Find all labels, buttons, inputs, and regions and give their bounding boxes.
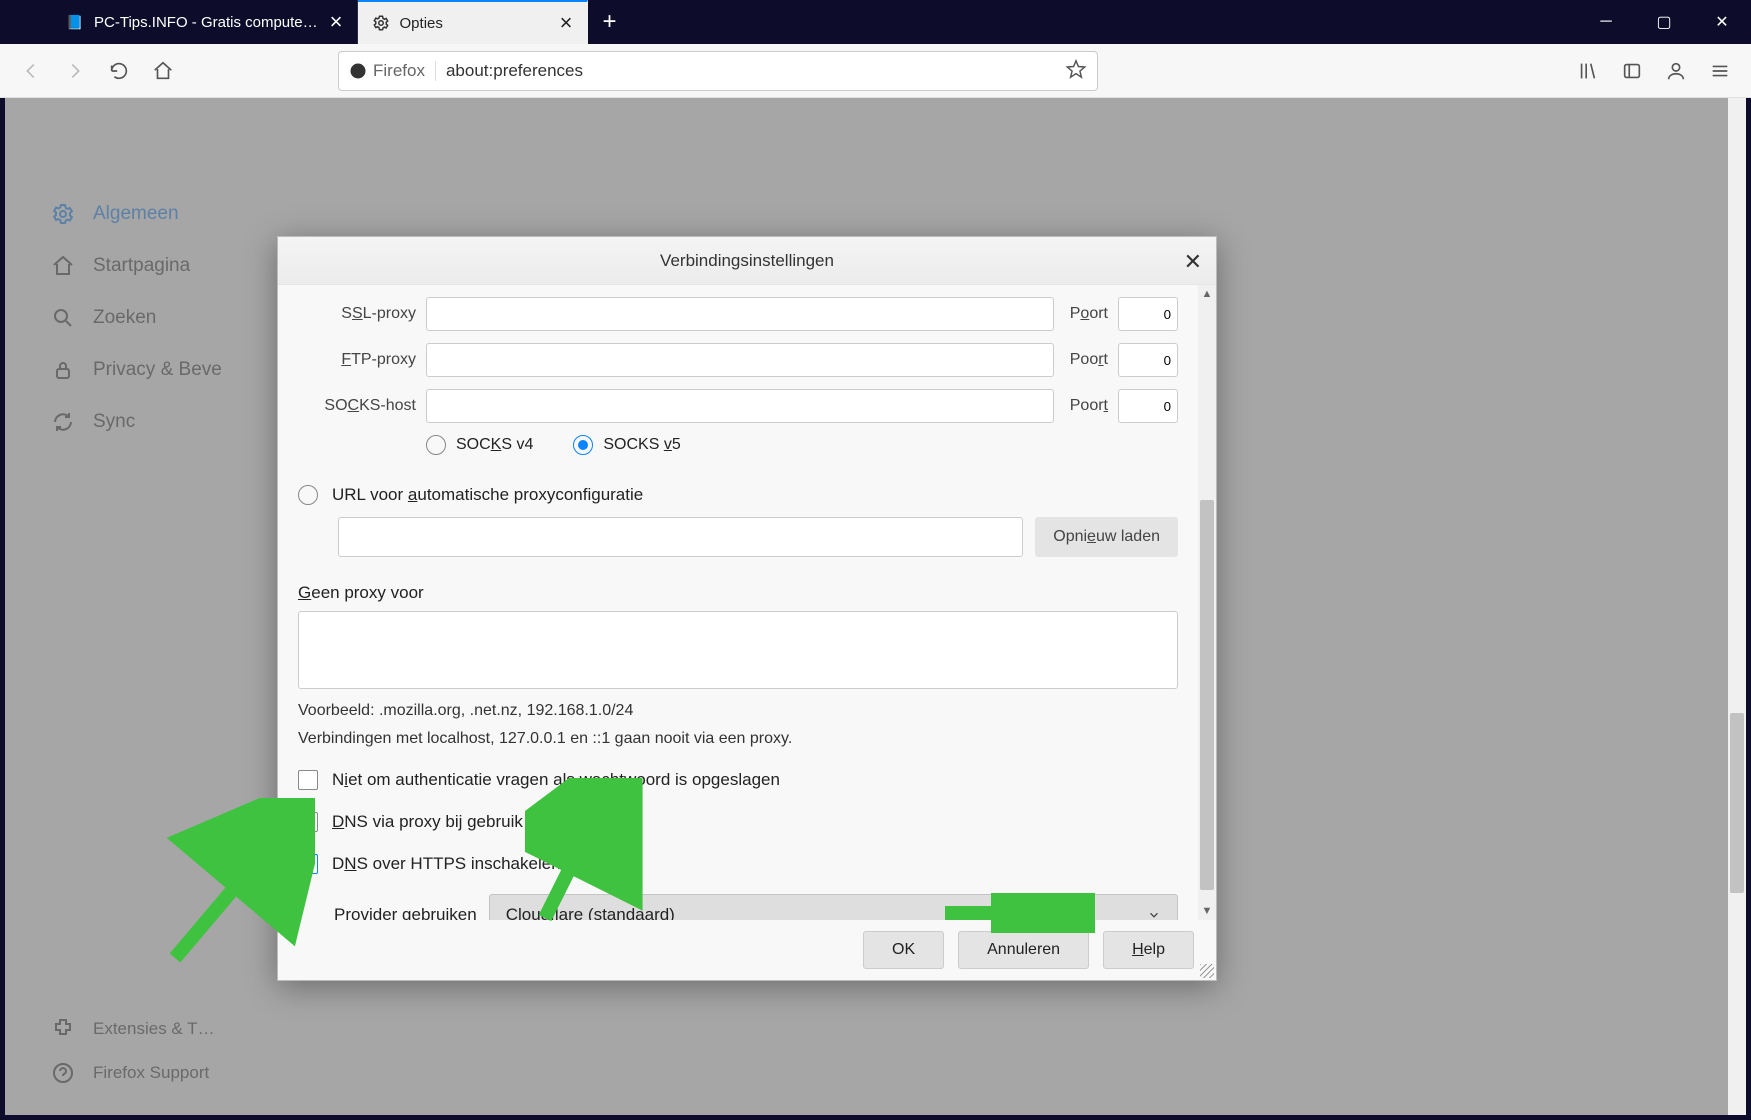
menu-icon[interactable] [1701, 52, 1739, 90]
back-button[interactable] [12, 52, 50, 90]
tab-pctips[interactable]: 📘 PC-Tips.INFO - Gratis compute… × [52, 0, 358, 44]
tab-label: PC-Tips.INFO - Gratis compute… [94, 14, 318, 31]
socks-host-row: SOCKS-host Poort [298, 389, 1178, 423]
help-button[interactable]: Help [1103, 931, 1194, 969]
ftp-proxy-input[interactable] [426, 343, 1054, 377]
ssl-proxy-row: SSL-proxy Poort [298, 297, 1178, 331]
provider-row: Provider gebruiken Cloudflare (standaard… [298, 894, 1178, 920]
dialog-content: SSL-proxy Poort FTP-proxy Poort SOCKS-ho… [278, 285, 1198, 920]
identity-box[interactable]: Firefox [349, 61, 436, 81]
dialog-footer: OK Annuleren Help [278, 920, 1216, 980]
dialog-close-icon[interactable]: ✕ [1184, 249, 1202, 275]
tab-close-icon[interactable]: × [560, 12, 573, 34]
ftp-port-input[interactable] [1118, 343, 1178, 377]
connection-settings-dialog: Verbindingsinstellingen ✕ SSL-proxy Poor… [277, 236, 1217, 981]
close-window-button[interactable]: ✕ [1693, 0, 1751, 44]
tab-favicon: 📘 [66, 13, 84, 31]
checkbox-dns-socks[interactable]: DNS via proxy bij gebruik van SOCKS v5 [298, 812, 1178, 832]
reload-button[interactable]: Opnieuw laden [1035, 517, 1178, 557]
no-proxy-textarea[interactable] [298, 611, 1178, 689]
url-input[interactable] [446, 61, 1065, 81]
ftp-proxy-label: FTP-proxy [298, 351, 416, 369]
checkbox-auth[interactable]: Niet om authenticatie vragen als wachtwo… [298, 770, 1178, 790]
nav-toolbar: Firefox [0, 44, 1751, 98]
scroll-up-icon[interactable]: ▲ [1198, 285, 1216, 303]
window-controls: ─ ▢ ✕ [1577, 0, 1751, 44]
cancel-button[interactable]: Annuleren [958, 931, 1089, 969]
dialog-title: Verbindingsinstellingen [660, 251, 834, 271]
no-proxy-example: Voorbeeld: .mozilla.org, .net.nz, 192.16… [298, 702, 1178, 720]
radio-socks-v4[interactable]: SOCKS v4 [426, 435, 533, 455]
bookmark-star-icon[interactable] [1065, 58, 1087, 83]
chevron-down-icon [1147, 908, 1161, 920]
page-viewport: Algemeen Startpagina Zoeken Privacy & Be… [5, 98, 1746, 1115]
tab-strip: 📘 PC-Tips.INFO - Gratis compute… × Optie… [0, 0, 1577, 44]
page-scrollbar[interactable] [1728, 98, 1746, 1115]
tab-label: Opties [400, 15, 548, 32]
tab-opties[interactable]: Opties × [358, 0, 588, 44]
identity-label: Firefox [373, 61, 425, 81]
dialog-scrollbar[interactable]: ▲ ▼ [1198, 285, 1216, 920]
ssl-proxy-input[interactable] [426, 297, 1054, 331]
auto-url-row: Opnieuw laden [298, 517, 1178, 557]
sidebar-icon[interactable] [1613, 52, 1651, 90]
no-proxy-label: Geen proxy voor [298, 583, 1178, 603]
radio-socks-v5[interactable]: SOCKS v5 [573, 435, 680, 455]
provider-value: Cloudflare (standaard) [506, 905, 675, 920]
provider-label: Provider gebruiken [334, 905, 477, 920]
ok-button[interactable]: OK [863, 931, 944, 969]
reload-button[interactable] [100, 52, 138, 90]
tab-close-icon[interactable]: × [330, 11, 343, 33]
forward-button[interactable] [56, 52, 94, 90]
dialog-header: Verbindingsinstellingen ✕ [278, 237, 1216, 285]
resize-grip-icon[interactable] [1200, 964, 1214, 978]
socks-port-input[interactable] [1118, 389, 1178, 423]
ftp-port-label: Poort [1070, 351, 1108, 369]
dialog-body: SSL-proxy Poort FTP-proxy Poort SOCKS-ho… [278, 285, 1216, 920]
ssl-proxy-label: SSL-proxy [298, 305, 416, 323]
gear-icon [372, 14, 390, 32]
maximize-button[interactable]: ▢ [1635, 0, 1693, 44]
home-button[interactable] [144, 52, 182, 90]
checkbox-dns-https[interactable]: DNS over HTTPS inschakelen [298, 854, 1178, 874]
new-tab-button[interactable]: + [588, 0, 632, 44]
scroll-thumb[interactable] [1200, 500, 1214, 890]
url-bar[interactable]: Firefox [338, 51, 1098, 91]
socks-host-label: SOCKS-host [298, 397, 416, 415]
page-scroll-thumb[interactable] [1730, 713, 1744, 893]
radio-auto-url[interactable]: URL voor automatische proxyconfiguratie [298, 485, 1178, 505]
auto-url-input[interactable] [338, 517, 1023, 557]
socks-port-label: Poort [1070, 397, 1108, 415]
ftp-proxy-row: FTP-proxy Poort [298, 343, 1178, 377]
localhost-note: Verbindingen met localhost, 127.0.0.1 en… [298, 730, 1178, 748]
titlebar: 📘 PC-Tips.INFO - Gratis compute… × Optie… [0, 0, 1751, 44]
account-icon[interactable] [1657, 52, 1695, 90]
minimize-button[interactable]: ─ [1577, 0, 1635, 44]
socks-version-row: SOCKS v4 SOCKS v5 [298, 435, 1178, 455]
ssl-port-label: Poort [1070, 305, 1108, 323]
socks-host-input[interactable] [426, 389, 1054, 423]
library-icon[interactable] [1569, 52, 1607, 90]
ssl-port-input[interactable] [1118, 297, 1178, 331]
scroll-down-icon[interactable]: ▼ [1198, 902, 1216, 920]
provider-select[interactable]: Cloudflare (standaard) [489, 894, 1178, 920]
preferences-page: Algemeen Startpagina Zoeken Privacy & Be… [5, 98, 1746, 1115]
